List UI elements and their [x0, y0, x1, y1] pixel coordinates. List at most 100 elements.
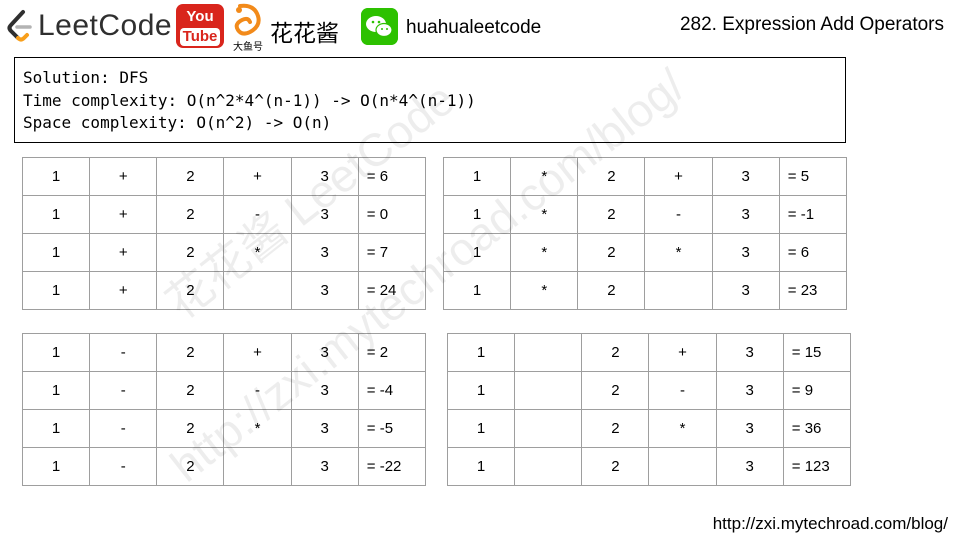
operator-cell	[514, 333, 583, 372]
digit-cell: 3	[290, 271, 359, 310]
digit-cell: 3	[290, 409, 359, 448]
result-cell: = 0	[357, 195, 427, 234]
digit-cell: 2	[581, 409, 650, 448]
digit-cell: 3	[711, 271, 780, 310]
digit-cell: 1	[21, 447, 91, 486]
table-row: 1 * 2 * 3 = 6	[442, 233, 848, 272]
operator-cell: *	[510, 271, 579, 310]
operator-cell: +	[89, 233, 158, 272]
digit-cell: 2	[577, 157, 646, 196]
result-cell: = 6	[357, 157, 427, 196]
result-cell: = 23	[778, 271, 848, 310]
digit-cell: 1	[21, 371, 91, 410]
digit-cell: 3	[290, 233, 359, 272]
leetcode-logo-text: LeetCode	[38, 9, 173, 42]
result-cell: = -4	[357, 371, 427, 410]
table-row: 1 2 3 = 123	[446, 447, 852, 486]
youtube-logo-bottom: Tube	[179, 28, 221, 46]
digit-cell: 2	[577, 271, 646, 310]
operator-cell: +	[648, 333, 717, 372]
result-cell: = 5	[778, 157, 848, 196]
leetcode-logo[interactable]: LeetCode	[6, 8, 172, 44]
operator-cell: -	[89, 409, 158, 448]
operator-cell	[648, 447, 717, 486]
operator-cell: -	[644, 195, 713, 234]
digit-cell: 2	[156, 333, 225, 372]
operator-cell: +	[89, 157, 158, 196]
table-row: 1 +2 3 = 24	[21, 271, 427, 310]
operator-cell: -	[89, 371, 158, 410]
operator-cell: +	[644, 157, 713, 196]
footer-url[interactable]: http://zxi.mytechroad.com/blog/	[713, 514, 948, 534]
operator-cell: *	[644, 233, 713, 272]
digit-cell: 2	[577, 195, 646, 234]
digit-cell: 1	[21, 409, 91, 448]
table-row: 1 * 2 +3 = 5	[442, 157, 848, 196]
operator-cell	[644, 271, 713, 310]
table-row: 1-2 3 = -22	[21, 447, 427, 486]
result-cell: = -1	[778, 195, 848, 234]
wechat-icon[interactable]	[361, 8, 398, 45]
digit-cell: 1	[442, 271, 512, 310]
digit-cell: 3	[290, 333, 359, 372]
result-cell: = -22	[357, 447, 427, 486]
operator-cell: *	[510, 233, 579, 272]
digit-cell: 1	[21, 333, 91, 372]
digit-cell: 3	[290, 371, 359, 410]
digit-cell: 1	[21, 195, 91, 234]
table-row: 1-2 +3 = 2	[21, 333, 427, 372]
operator-cell	[223, 447, 292, 486]
operator-cell	[514, 371, 583, 410]
operator-cell: -	[223, 195, 292, 234]
operator-cell: *	[223, 233, 292, 272]
digit-cell: 3	[711, 157, 780, 196]
author-name: 花花酱	[270, 21, 339, 47]
result-cell: = 36	[782, 409, 852, 448]
youtube-logo-top: You	[186, 8, 214, 25]
digit-cell: 2	[156, 233, 225, 272]
operator-cell: +	[223, 333, 292, 372]
time-complexity: Time complexity: O(n^2*4^(n-1)) -> O(n*4…	[23, 90, 476, 110]
leetcode-logo-icon	[7, 10, 32, 42]
expression-table-multiply: 1 * 2 +3 = 5 1 * 2-3 = -1 1 * 2 * 3 = 6 1 * 2 3 = 23	[442, 157, 848, 310]
table-row: 1 2-3 = 9	[446, 371, 852, 410]
operator-cell: +	[89, 195, 158, 234]
digit-cell: 2	[156, 157, 225, 196]
result-cell: = 2	[357, 333, 427, 372]
table-row: 1 2 * 3 = 36	[446, 409, 852, 448]
table-row: 1 +2-3 = 0	[21, 195, 427, 234]
digit-cell: 1	[442, 195, 512, 234]
operator-cell	[514, 447, 583, 486]
digit-cell: 1	[21, 233, 91, 272]
wechat-account-name: huahualeetcode	[406, 17, 542, 38]
digit-cell: 1	[446, 447, 516, 486]
digit-cell: 1	[21, 271, 91, 310]
digit-cell: 3	[715, 409, 784, 448]
digit-cell: 1	[442, 233, 512, 272]
digit-cell: 1	[446, 409, 516, 448]
digit-cell: 3	[711, 195, 780, 234]
digit-cell: 2	[156, 447, 225, 486]
operator-cell	[223, 271, 292, 310]
solution-box: Solution: DFS Time complexity: O(n^2*4^(…	[14, 57, 846, 143]
digit-cell: 2	[581, 371, 650, 410]
operator-cell: -	[648, 371, 717, 410]
digit-cell: 2	[581, 333, 650, 372]
expression-table-plus: 1 +2 +3 = 6 1 +2-3 = 0 1 +2 * 3 = 7 1 +2 3 = 24	[21, 157, 427, 310]
result-cell: = 24	[357, 271, 427, 310]
digit-cell: 1	[21, 157, 91, 196]
solution-approach: Solution: DFS	[23, 68, 149, 87]
problem-title: 282. Expression Add Operators	[679, 14, 944, 35]
operator-cell: -	[223, 371, 292, 410]
digit-cell: 1	[446, 333, 516, 372]
header: LeetCode You Tube 大鱼号 花花酱 huahualeetcode…	[0, 0, 960, 53]
expression-table-concat: 1 2 +3 = 15 1 2-3 = 9 1 2 * 3 = 36 1 2 3 = 123	[446, 333, 852, 486]
table-row: 1 +2 +3 = 6	[21, 157, 427, 196]
operator-cell: -	[89, 447, 158, 486]
operator-cell	[514, 409, 583, 448]
youtube-logo[interactable]: You Tube	[176, 4, 224, 48]
table-row: 1-2 * 3 = -5	[21, 409, 427, 448]
digit-cell: 3	[290, 447, 359, 486]
operator-cell: +	[89, 271, 158, 310]
digit-cell: 2	[156, 195, 225, 234]
